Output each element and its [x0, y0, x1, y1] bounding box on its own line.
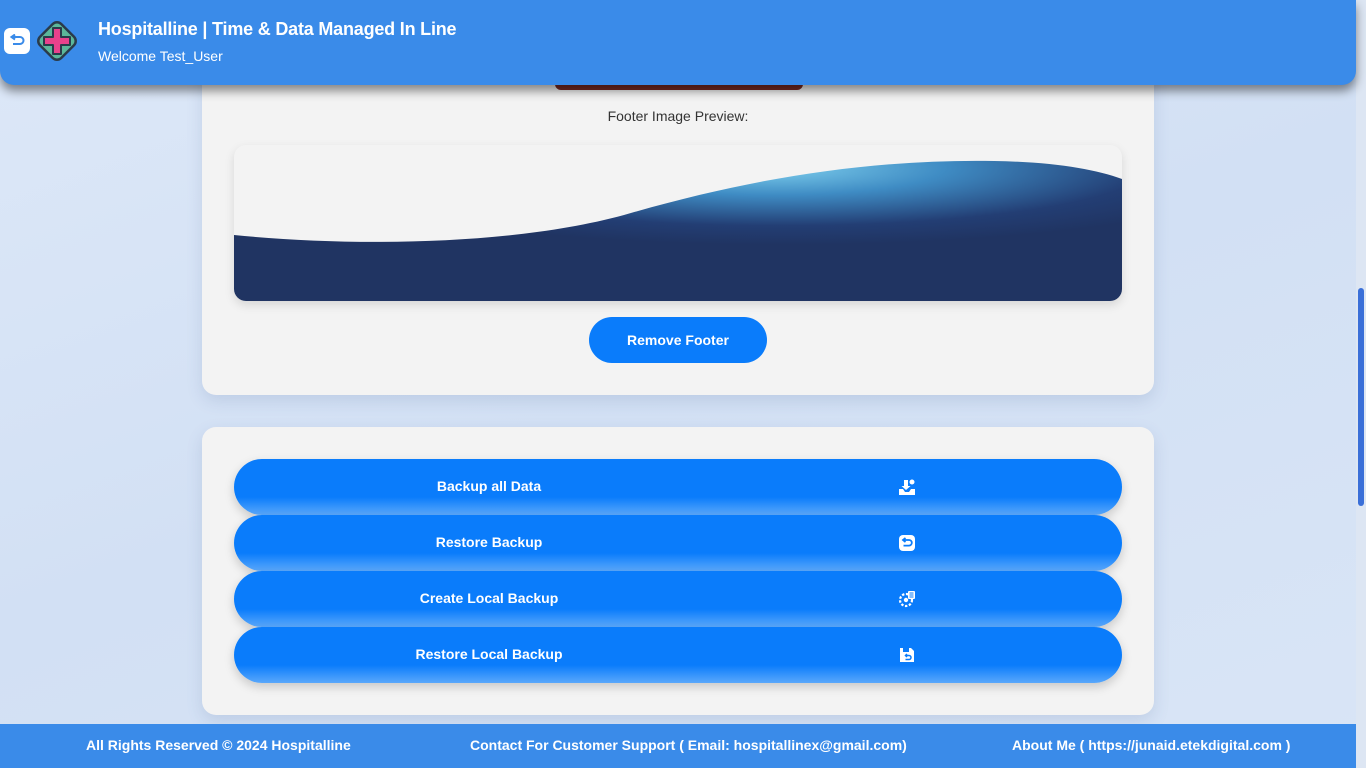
scrollbar-thumb[interactable] — [1358, 288, 1364, 506]
backup-card: Backup all Data Restore Backup Create Lo… — [202, 427, 1154, 715]
back-button[interactable] — [4, 28, 30, 54]
backup-all-data-label: Backup all Data — [436, 478, 542, 494]
floppy-disk-icon — [900, 648, 914, 662]
footer-settings-card: Footer Image Preview: Remove Footer — [202, 40, 1154, 395]
remove-footer-button[interactable]: Remove Footer — [589, 317, 767, 363]
support-contact-text[interactable]: Contact For Customer Support ( Email: ho… — [470, 737, 907, 753]
restore-arrow-icon — [899, 535, 915, 551]
restore-local-backup-button[interactable]: Restore Local Backup — [234, 627, 1122, 683]
about-me-link[interactable]: About Me ( https://junaid.etekdigital.co… — [1012, 737, 1290, 753]
create-local-backup-button[interactable]: Create Local Backup — [234, 571, 1122, 627]
copyright-text: All Rights Reserved © 2024 Hospitalline — [86, 737, 351, 753]
restore-backup-button[interactable]: Restore Backup — [234, 515, 1122, 571]
app-title: Hospitalline | Time & Data Managed In Li… — [98, 19, 457, 39]
wave-image — [234, 160, 1122, 301]
gear-chip-icon — [898, 591, 915, 608]
download-tray-icon — [899, 479, 915, 495]
backup-all-data-button[interactable]: Backup all Data — [234, 459, 1122, 515]
back-arrow-icon — [9, 34, 25, 45]
app-header: Hospitalline | Time & Data Managed In Li… — [0, 0, 1356, 85]
medical-cross-logo — [37, 21, 77, 61]
welcome-text: Welcome Test_User — [98, 48, 223, 64]
restore-backup-label: Restore Backup — [435, 534, 543, 550]
create-local-backup-label: Create Local Backup — [419, 590, 559, 606]
footer-preview-label: Footer Image Preview: — [607, 108, 749, 124]
footer-image-preview — [234, 145, 1122, 301]
page-scrollbar[interactable] — [1356, 0, 1366, 768]
page-footer: All Rights Reserved © 2024 Hospitalline … — [0, 724, 1356, 768]
restore-local-backup-label: Restore Local Backup — [415, 646, 563, 662]
